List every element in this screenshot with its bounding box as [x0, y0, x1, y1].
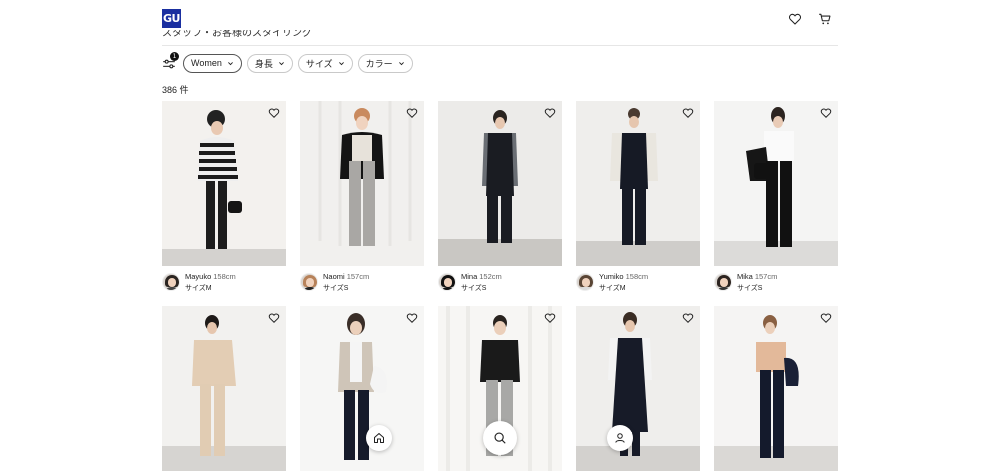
model-height: 157cm	[346, 272, 370, 281]
page-subtitle: スタッフ・お客様のスタイリング	[162, 28, 312, 38]
favorite-heart-icon[interactable]	[682, 312, 694, 324]
model-height: 157cm	[754, 272, 778, 281]
model-name: Mina 152cm	[461, 272, 502, 281]
styling-photo[interactable]	[162, 306, 286, 471]
model-height: 158cm	[625, 272, 649, 281]
model-height: 158cm	[213, 272, 236, 281]
model-info: Mina 152cm サイズS	[438, 271, 562, 295]
chip-size[interactable]: サイズ	[297, 53, 353, 73]
favorite-heart-icon[interactable]	[406, 312, 418, 324]
favorite-heart-icon[interactable]	[820, 312, 832, 324]
styling-photo[interactable]	[576, 101, 700, 266]
model-name: Mayuko 158cm	[185, 272, 236, 281]
search-icon	[494, 432, 506, 444]
styling-photo[interactable]	[300, 101, 424, 266]
result-count: 386 件	[162, 85, 189, 95]
favorite-heart-icon[interactable]	[268, 312, 280, 324]
filter-bar: 1 Women 身長 サイズ カラー	[162, 52, 418, 73]
chip-label: サイズ	[305, 58, 333, 69]
model-size: サイズM	[185, 285, 212, 292]
chip-women[interactable]: Women	[183, 53, 242, 73]
home-button[interactable]	[366, 425, 392, 451]
favorite-heart-icon[interactable]	[406, 107, 418, 119]
avatar	[300, 273, 318, 291]
avatar	[438, 273, 456, 291]
user-icon	[615, 433, 625, 443]
favorite-heart-icon[interactable]	[544, 312, 556, 324]
chevron-down-icon	[398, 61, 404, 65]
home-icon	[374, 433, 384, 443]
model-info: Naomi 157cm サイズS	[300, 271, 424, 295]
header: GU スタッフ・お客様のスタイリング	[162, 0, 838, 46]
filter-settings-button[interactable]: 1	[162, 52, 179, 71]
page: GU スタッフ・お客様のスタイリング 1 Women 身長 サイズ カラー 38…	[162, 0, 838, 471]
model-info: Yumiko 158cm サイズM	[576, 271, 700, 295]
model-size: サイズM	[599, 285, 626, 292]
favorite-heart-icon[interactable]	[820, 107, 832, 119]
styling-photo[interactable]	[714, 101, 838, 266]
account-button[interactable]	[607, 425, 633, 451]
chevron-down-icon	[227, 61, 233, 65]
styling-photo[interactable]	[438, 101, 562, 266]
cart-icon[interactable]	[818, 12, 832, 26]
chip-color[interactable]: カラー	[357, 53, 413, 73]
chevron-down-icon	[338, 61, 344, 65]
model-height: 152cm	[479, 272, 502, 281]
avatar	[576, 273, 594, 291]
favorite-heart-icon[interactable]	[682, 107, 694, 119]
avatar	[714, 273, 732, 291]
model-info: Mayuko 158cm サイズM	[162, 271, 286, 295]
chip-height[interactable]: 身長	[246, 53, 293, 73]
styling-photo[interactable]	[576, 306, 700, 471]
chip-label: 身長	[254, 58, 273, 69]
favorite-heart-icon[interactable]	[268, 107, 280, 119]
model-info: Mika 157cm サイズS	[714, 271, 838, 295]
heart-icon[interactable]	[788, 12, 802, 26]
model-size: サイズS	[737, 285, 763, 292]
model-name: Naomi 157cm	[323, 272, 370, 281]
chip-label: Women	[191, 58, 222, 68]
model-size: サイズS	[461, 285, 487, 292]
chip-label: カラー	[365, 58, 393, 69]
styling-photo[interactable]	[300, 306, 424, 471]
model-size: サイズS	[323, 285, 349, 292]
model-name: Yumiko 158cm	[599, 272, 649, 281]
gu-logo[interactable]: GU	[162, 9, 181, 28]
styling-photo[interactable]	[714, 306, 838, 471]
model-name: Mika 157cm	[737, 272, 778, 281]
search-button[interactable]	[483, 421, 517, 455]
favorite-heart-icon[interactable]	[544, 107, 556, 119]
avatar	[162, 273, 180, 291]
chevron-down-icon	[278, 61, 284, 65]
filter-count-badge: 1	[170, 52, 179, 61]
styling-photo[interactable]	[162, 101, 286, 266]
